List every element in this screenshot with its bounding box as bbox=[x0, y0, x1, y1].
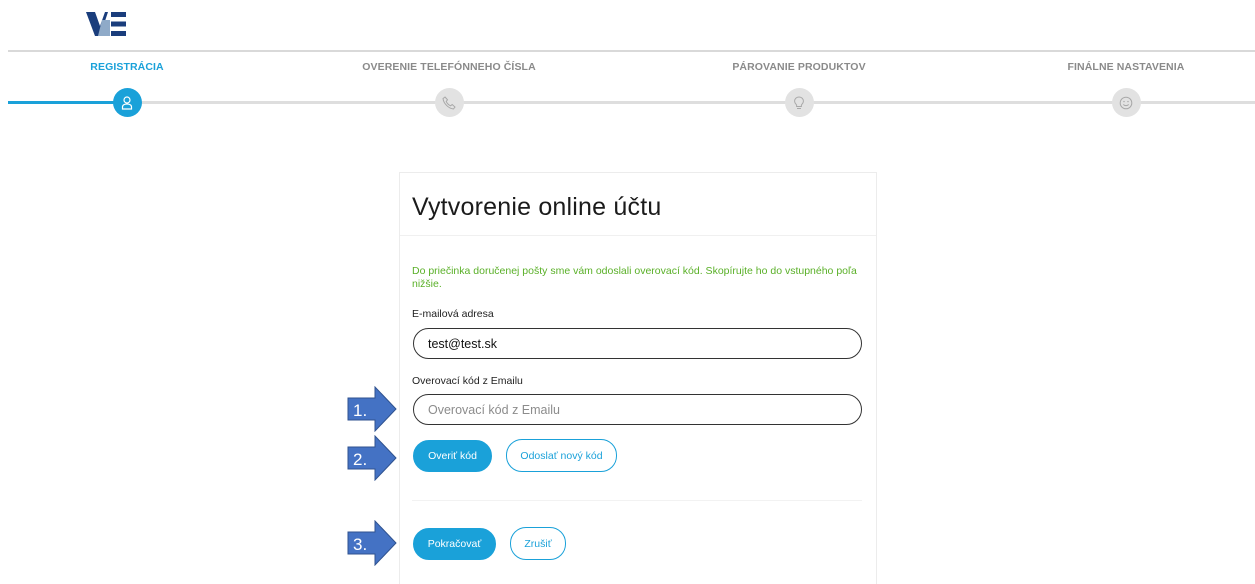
registration-page: REGISTRÁCIA OVERENIE TELEFÓNNEHO ČÍSLA P… bbox=[0, 0, 1255, 584]
resend-code-button[interactable]: Odoslať nový kód bbox=[506, 439, 617, 472]
step-finalne-nastavenia: FINÁLNE NASTAVENIA bbox=[1016, 60, 1236, 117]
phone-icon bbox=[442, 95, 456, 110]
step-label: REGISTRÁCIA bbox=[90, 61, 164, 73]
step-circle bbox=[1111, 88, 1141, 117]
verification-code-input[interactable] bbox=[413, 394, 862, 425]
step-overenie-telefonu: OVERENIE TELEFÓNNEHO ČÍSLA bbox=[339, 60, 559, 117]
step-label: PÁROVANIE PRODUKTOV bbox=[732, 61, 866, 73]
progress-stepper: REGISTRÁCIA OVERENIE TELEFÓNNEHO ČÍSLA P… bbox=[0, 60, 1255, 130]
card-title-divider bbox=[400, 235, 876, 236]
vse-logo[interactable] bbox=[86, 12, 126, 36]
smiley-icon bbox=[1119, 96, 1133, 109]
step-registracia: REGISTRÁCIA bbox=[17, 60, 237, 117]
verification-code-label: Overovací kód z Emailu bbox=[412, 375, 523, 387]
step-label: FINÁLNE NASTAVENIA bbox=[1067, 61, 1185, 73]
annotation-number: 2. bbox=[353, 450, 368, 469]
step-parovanie-produktov: PÁROVANIE PRODUKTOV bbox=[689, 60, 909, 117]
annotation-arrow-1: 1. bbox=[347, 386, 397, 432]
cancel-button[interactable]: Zrušiť bbox=[510, 527, 566, 560]
annotation-number: 3. bbox=[353, 535, 368, 554]
annotation-number: 1. bbox=[353, 401, 368, 420]
header-divider bbox=[8, 50, 1255, 52]
continue-button[interactable]: Pokračovať bbox=[413, 528, 496, 560]
verification-info-message: Do priečinka doručenej pošty sme vám odo… bbox=[412, 265, 857, 290]
user-icon bbox=[121, 95, 133, 110]
email-field[interactable] bbox=[413, 328, 862, 359]
annotation-arrow-3: 3. bbox=[347, 520, 397, 566]
verify-code-button[interactable]: Overiť kód bbox=[413, 440, 492, 472]
step-circle bbox=[784, 88, 814, 117]
step-circle bbox=[434, 88, 464, 117]
lightbulb-icon bbox=[794, 95, 804, 109]
email-label: E-mailová adresa bbox=[412, 308, 494, 320]
card-title: Vytvorenie online účtu bbox=[412, 193, 662, 221]
vse-logo-mark bbox=[86, 12, 126, 36]
step-label: OVERENIE TELEFÓNNEHO ČÍSLA bbox=[362, 61, 536, 73]
step-circle bbox=[112, 88, 142, 117]
create-account-card: Vytvorenie online účtu Do priečinka doru… bbox=[399, 172, 877, 584]
card-section-divider bbox=[412, 500, 862, 501]
annotation-arrow-2: 2. bbox=[347, 435, 397, 481]
